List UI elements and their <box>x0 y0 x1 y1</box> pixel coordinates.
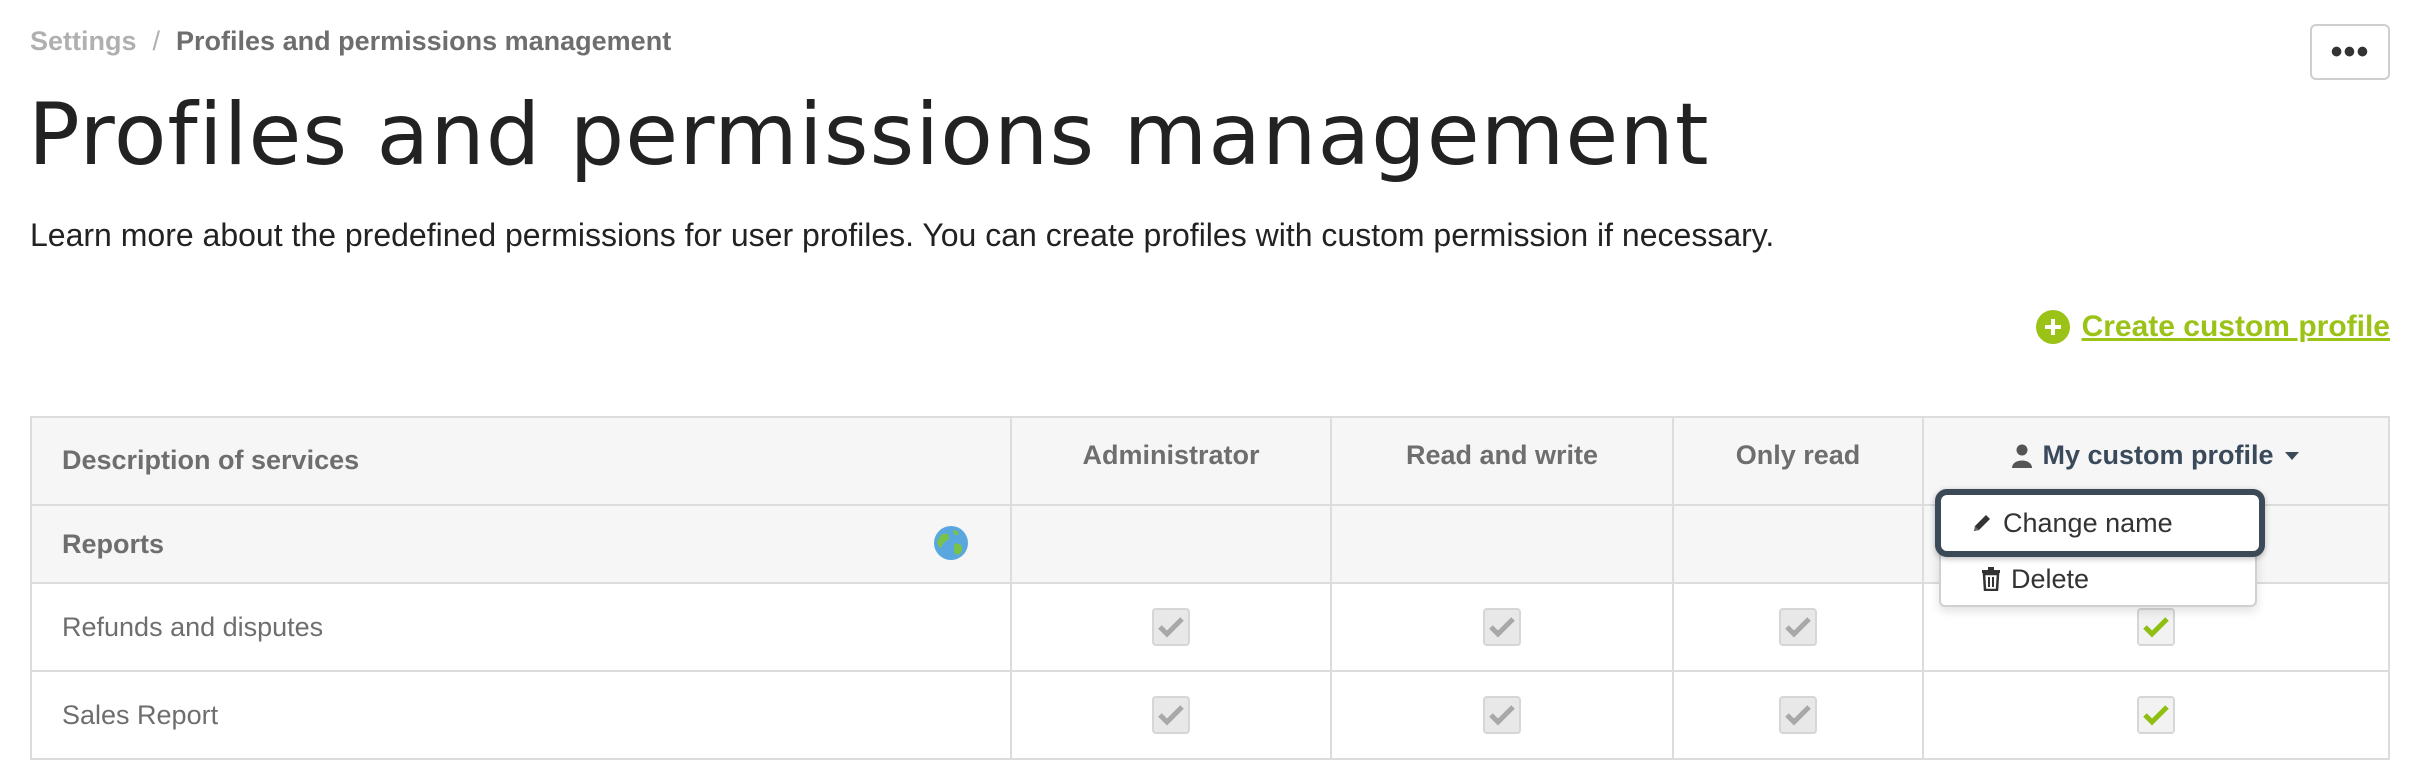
create-custom-profile-link[interactable]: Create custom profile <box>2035 310 2390 344</box>
check-icon <box>1785 617 1811 638</box>
change-name-label: Change name <box>2003 507 2173 538</box>
profile-actions-dropdown: Change name Delete <box>1935 489 2265 607</box>
caret-down-icon <box>2284 451 2299 460</box>
header-read-write: Read and write <box>1330 416 1674 506</box>
check-icon <box>1785 705 1811 726</box>
checkbox-only-read <box>1779 696 1817 734</box>
user-icon <box>2012 444 2033 468</box>
row-label: Sales Report <box>30 670 1012 760</box>
check-icon <box>1158 705 1184 726</box>
checkbox-custom-profile[interactable] <box>2137 608 2175 646</box>
breadcrumb: Settings / Profiles and permissions mana… <box>30 26 671 57</box>
page-subtitle: Learn more about the predefined permissi… <box>30 217 1775 253</box>
checkbox-custom-profile[interactable] <box>2137 696 2175 734</box>
checkbox-read-write <box>1483 608 1521 646</box>
header-administrator: Administrator <box>1010 416 1332 506</box>
trash-icon <box>1982 567 2000 591</box>
breadcrumb-settings-link[interactable]: Settings <box>30 26 137 57</box>
delete-label: Delete <box>2011 563 2090 594</box>
section-cell <box>1010 504 1332 584</box>
globe-icon <box>934 526 968 560</box>
delete-menu-item[interactable]: Delete <box>1981 557 2089 601</box>
table-row: Sales Report <box>30 670 2390 760</box>
plus-circle-icon <box>2035 310 2070 344</box>
checkbox-administrator <box>1152 608 1190 646</box>
page-title: Profiles and permissions management <box>28 85 1710 185</box>
check-icon <box>2143 617 2169 638</box>
header-only-read: Only read <box>1672 416 1924 506</box>
check-icon <box>1489 617 1515 638</box>
more-options-button[interactable]: ••• <box>2310 24 2390 80</box>
section-label: Reports <box>30 504 1012 584</box>
section-cell <box>1672 504 1924 584</box>
check-icon <box>2143 705 2169 726</box>
header-description: Description of services <box>30 416 1012 506</box>
change-name-menu-item[interactable]: Change name <box>1935 489 2265 557</box>
more-icon: ••• <box>2330 33 2370 71</box>
check-icon <box>1489 705 1515 726</box>
create-custom-profile-label: Create custom profile <box>2081 310 2390 343</box>
check-icon <box>1158 617 1184 638</box>
checkbox-only-read <box>1779 608 1817 646</box>
checkbox-read-write <box>1483 696 1521 734</box>
pencil-icon <box>1974 515 1990 531</box>
section-label-text: Reports <box>62 528 165 559</box>
breadcrumb-separator: / <box>152 26 161 56</box>
row-label: Refunds and disputes <box>30 582 1012 672</box>
custom-profile-label: My custom profile <box>2042 440 2274 470</box>
breadcrumb-current: Profiles and permissions management <box>176 26 672 56</box>
section-cell <box>1330 504 1674 584</box>
checkbox-administrator <box>1152 696 1190 734</box>
